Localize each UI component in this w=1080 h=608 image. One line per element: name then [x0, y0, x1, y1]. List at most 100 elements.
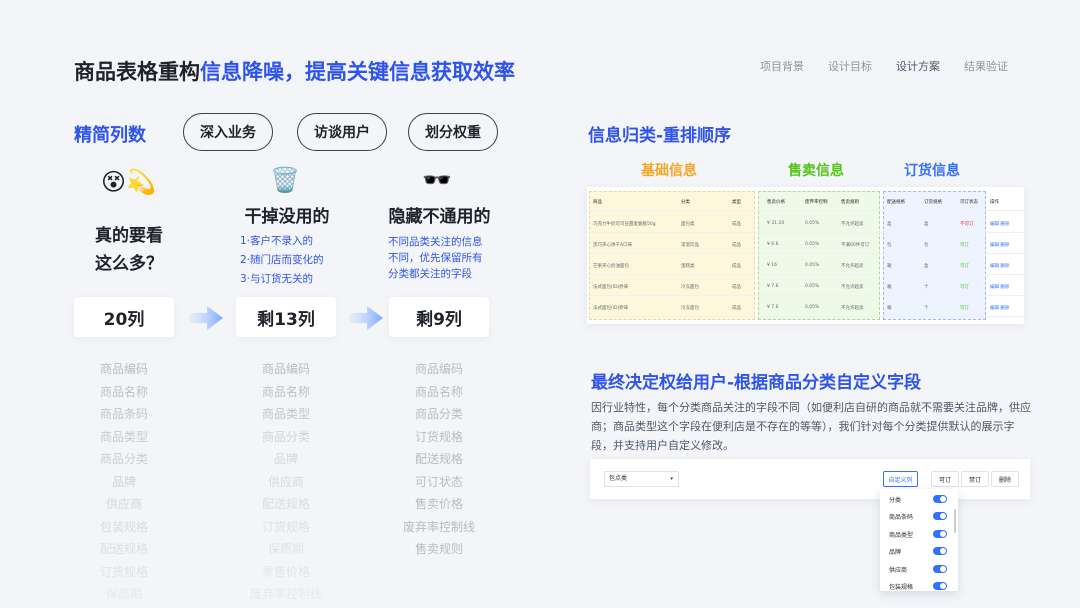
list-item: 供应商 — [105, 497, 142, 511]
category-order: 订货信息 — [904, 163, 960, 179]
table-cell: 不满60件可订 — [841, 243, 870, 248]
table-header-row: 商品 分类 类型 售卖价格 废弃率控制 售卖规则 配送规格 订货规格 可订状态 操作 — [587, 191, 1024, 211]
dropdown-item-supplier: 供应商 — [889, 567, 908, 574]
list-item: 配送规格 — [99, 542, 148, 556]
list-item: 订货规格 — [99, 564, 148, 579]
table-cell: 包 — [887, 243, 892, 248]
list-item: 商品编码 — [99, 362, 148, 376]
nav-item-goal[interactable]: 设计目标 — [828, 58, 872, 74]
list-item: 供应商 — [267, 474, 304, 489]
list-item: 商品名称 — [261, 384, 310, 399]
table-cell: ¥ 16 — [767, 263, 778, 268]
toggle-switch[interactable] — [933, 530, 947, 538]
table-cell: 不可订 — [960, 222, 974, 227]
dropdown-item-type: 商品类型 — [889, 532, 914, 539]
nav-item-solution[interactable]: 设计方案 — [896, 58, 940, 74]
toggle-switch[interactable] — [933, 565, 947, 573]
nav-item-background[interactable]: 项目背景 — [760, 58, 804, 74]
table-header-cell: 售卖规则 — [841, 200, 859, 205]
pill-weight: 划分权重 — [408, 113, 498, 151]
caret-down-icon: ▾ — [670, 476, 673, 482]
custom-columns-dropdown: 分类 商品条码 商品类型 品牌 供应商 包装规格 — [880, 489, 958, 591]
table-header-cell: 类型 — [732, 200, 741, 205]
dizzy-face-icon: 😵💫 — [101, 168, 156, 196]
table-cell: 成品 — [732, 222, 741, 227]
description-paragraph: 因行业特性，每个分类商品关注的字段不同（如便利店自研的商品就不需要关注品牌，供应… — [591, 401, 1031, 452]
title-prefix: 商品表格重构 — [74, 60, 200, 84]
list-item: 保质期 — [105, 587, 142, 601]
table-cell: 不允许超卖 — [841, 264, 864, 269]
table-cell: 法式面包(ID)原味 — [593, 285, 629, 290]
table-cell: 0.05% — [805, 221, 820, 226]
list-item: 商品名称 — [414, 384, 463, 399]
list-item: 配送规格 — [414, 452, 463, 466]
table-cell: 不允许超卖 — [841, 306, 864, 311]
orderable-button[interactable]: 可订 — [931, 471, 959, 487]
list-item: 商品名称 — [99, 384, 148, 399]
table-cell: ¥ 6.6 — [767, 242, 779, 247]
table-row: 巧克力牛奶可可豆甜麦脆脆50g 面包类 成品 ¥ 31.20 0.05% 不允许超卖 盒 盒 不… — [587, 213, 1024, 233]
nav-item-result[interactable]: 结果验证 — [964, 58, 1008, 74]
title-highlight: 信息降噪，提高关键信息获取效率 — [200, 60, 515, 84]
list-item: 可订状态 — [414, 474, 463, 489]
col3-field-list: 商品编码 商品名称 商品分类 订货规格 配送规格 可订状态 售卖价格 废弃率控制… — [389, 358, 489, 561]
category-select[interactable]: 包点类 ▾ — [604, 471, 679, 487]
list-item: 配送规格 — [261, 497, 310, 511]
trash-icon: 🗑️ — [270, 166, 300, 194]
table-cell: 冷冻面包 — [681, 306, 699, 311]
list-item: 包装规格 — [99, 519, 148, 534]
toggle-switch[interactable] — [933, 512, 947, 520]
list-item: 零售价格 — [261, 564, 310, 579]
list-item: 商品编码 — [414, 362, 463, 376]
table-cell[interactable]: 编辑 删除 — [990, 221, 1009, 227]
col2-description: 1·客户不录入的 2·随门店而变化的 3·与订货无关的 — [240, 232, 324, 289]
table-cell: 个 — [924, 285, 929, 290]
table-cell: 个 — [924, 306, 929, 311]
table-cell[interactable]: 编辑 删除 — [990, 284, 1009, 290]
table-cell: 0.05% — [805, 242, 820, 247]
delete-button[interactable]: 删除 — [991, 471, 1019, 487]
table-cell: 成品 — [732, 264, 741, 269]
section-heading-simplify: 精简列数 — [74, 125, 146, 146]
table-cell[interactable]: 编辑 删除 — [990, 305, 1009, 311]
dropdown-item-brand: 品牌 — [889, 549, 902, 556]
count-box-9: 剩9列 — [389, 297, 489, 337]
table-cell: 可订 — [960, 243, 969, 248]
arrow-right-icon — [189, 306, 223, 330]
top-nav: 项目背景 设计目标 设计方案 结果验证 — [760, 58, 1008, 74]
disable-order-button[interactable]: 禁订 — [961, 471, 989, 487]
list-item: 售卖价格 — [414, 497, 463, 511]
list-item: 废弃率控制线 — [402, 519, 475, 534]
toggle-switch[interactable] — [933, 582, 947, 590]
dropdown-scrollbar[interactable] — [954, 509, 956, 533]
table-cell: 箱 — [887, 285, 892, 290]
col1-field-list: 商品编码 商品名称 商品条码 商品类型 商品分类 品牌 供应商 包装规格 配送规… — [74, 358, 174, 606]
list-item: 售卖规则 — [414, 542, 463, 556]
col3-heading: 隐藏不通用的 — [388, 207, 491, 227]
table-cell: 法式面包(ID)原味 — [593, 306, 629, 311]
desc-line: 2·随门店而变化的 — [240, 254, 324, 266]
table-header-cell: 订货规格 — [924, 200, 942, 205]
table-cell[interactable]: 编辑 删除 — [990, 242, 1009, 248]
section-heading-customize: 最终决定权给用户-根据商品分类自定义字段 — [591, 373, 922, 393]
table-header-cell: 售卖价格 — [767, 200, 785, 205]
list-item: 废弃率控制线 — [249, 587, 322, 601]
table-cell: 成品 — [732, 306, 741, 311]
column-config-bar: 包点类 ▾ 自定义列 可订 禁订 删除 — [590, 459, 1030, 499]
list-item: 商品类型 — [99, 429, 148, 444]
table-cell: 可订 — [960, 306, 969, 311]
table-cell: 0.05% — [805, 305, 820, 310]
list-item: 商品条码 — [99, 407, 148, 421]
table-cell: 盒 — [924, 264, 929, 269]
table-cell: 盒 — [924, 222, 929, 227]
table-cell: 不允许超卖 — [841, 285, 864, 290]
category-basic: 基础信息 — [641, 163, 697, 179]
table-cell[interactable]: 编辑 删除 — [990, 263, 1009, 269]
list-item: 保质期 — [267, 542, 304, 556]
toggle-switch[interactable] — [933, 547, 947, 555]
table-cell: ¥ 31.20 — [767, 221, 785, 226]
custom-columns-button[interactable]: 自定义列 — [883, 471, 918, 487]
select-value: 包点类 — [609, 475, 628, 482]
count-box-20: 20列 — [74, 297, 174, 337]
toggle-switch[interactable] — [933, 495, 947, 503]
